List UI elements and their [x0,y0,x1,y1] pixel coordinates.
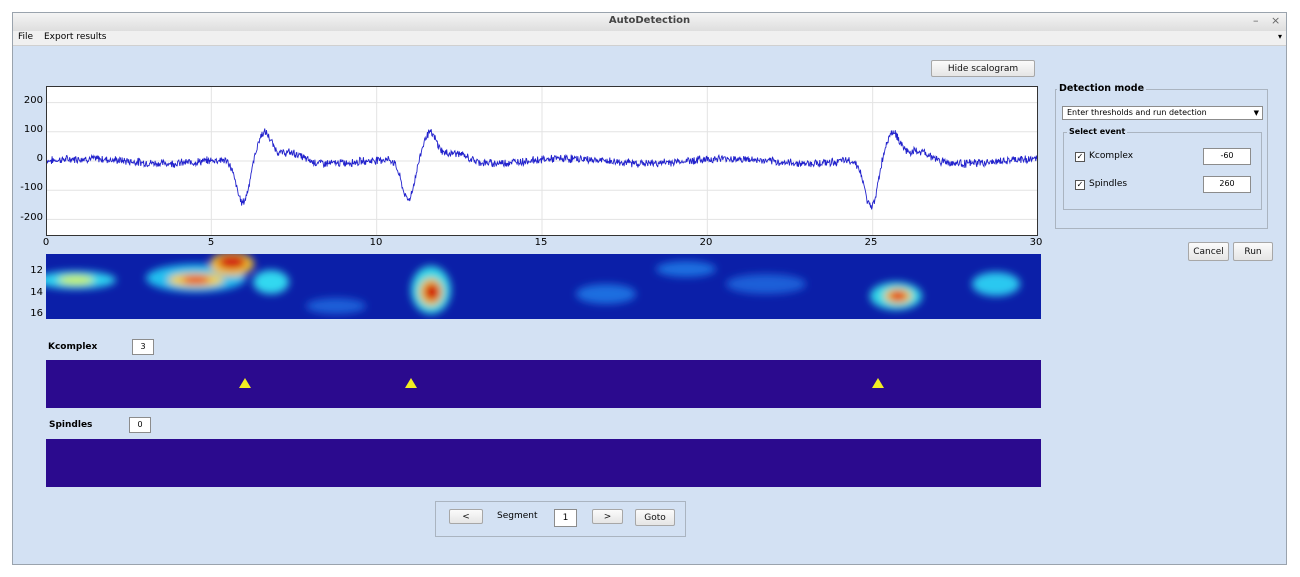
x-tick-label: 5 [207,237,215,248]
cancel-button[interactable]: Cancel [1188,242,1229,261]
scalogram-heatmap [46,254,1041,319]
y-tick-label: 100 [23,124,43,135]
kcomplex-event-track [46,360,1041,408]
select-event-title: Select event [1067,127,1128,136]
autodetection-window: AutoDetection – × File Export results ▾ … [12,12,1287,565]
kcomplex-event-marker [404,378,417,388]
kcomplex-track-label: Kcomplex [48,342,98,352]
menu-export-results[interactable]: Export results [44,32,106,42]
x-tick-label: 0 [42,237,50,248]
chevron-down-icon: ▼ [1253,109,1259,117]
scalogram-y-tick: 14 [30,287,43,298]
spindles-event-track [46,439,1041,487]
y-tick-label: 200 [23,95,43,106]
segment-number-input[interactable]: 1 [554,509,577,527]
scalogram-y-tick: 12 [30,265,43,276]
scalogram-y-tick: 16 [30,308,43,319]
x-tick-label: 25 [864,237,878,248]
goto-button[interactable]: Goto [635,509,675,526]
spindles-threshold-input[interactable]: 260 [1203,176,1251,193]
y-tick-label: -100 [20,182,43,193]
signal-plot-area [46,86,1038,236]
kcomplex-threshold-input[interactable]: -60 [1203,148,1251,165]
spindles-track-label: Spindles [49,420,93,430]
menu-overflow-icon[interactable]: ▾ [1278,32,1282,41]
spindles-checkbox[interactable]: ✓ [1075,180,1085,190]
menu-file[interactable]: File [18,32,33,42]
previous-segment-button[interactable]: < [449,509,483,524]
kcomplex-checkbox[interactable]: ✓ [1075,152,1085,162]
detection-mode-title: Detection mode [1057,83,1147,94]
segment-navigation-panel: < Segment 1 > Goto [435,501,686,537]
detection-mode-dropdown[interactable]: Enter thresholds and run detection ▼ [1062,106,1263,120]
x-tick-label: 10 [369,237,383,248]
window-title: AutoDetection [608,15,691,26]
next-segment-button[interactable]: > [592,509,623,524]
close-icon[interactable]: × [1271,14,1280,27]
segment-label: Segment [497,511,538,521]
y-tick-label: 0 [36,153,43,164]
title-bar: AutoDetection – × [13,13,1286,32]
y-tick-label: -200 [20,212,43,223]
kcomplex-event-label: Kcomplex [1089,151,1134,161]
x-tick-label: 20 [699,237,713,248]
detection-mode-panel: Detection mode Enter thresholds and run … [1055,83,1268,229]
menu-bar: File Export results ▾ [13,31,1286,46]
kcomplex-count-box: 3 [132,339,154,355]
kcomplex-event-marker [239,378,251,388]
x-tick-label: 30 [1029,237,1043,248]
minimize-icon[interactable]: – [1253,14,1259,27]
detection-mode-selected: Enter thresholds and run detection [1067,108,1207,117]
kcomplex-event-marker [872,378,885,388]
spindles-event-label: Spindles [1089,179,1128,189]
select-event-panel: Select event ✓ Kcomplex -60 ✓ Spindles 2… [1063,127,1262,210]
x-tick-label: 15 [534,237,548,248]
spindles-count-box: 0 [129,417,151,433]
run-button[interactable]: Run [1233,242,1273,261]
hide-scalogram-button[interactable]: Hide scalogram [931,60,1035,77]
